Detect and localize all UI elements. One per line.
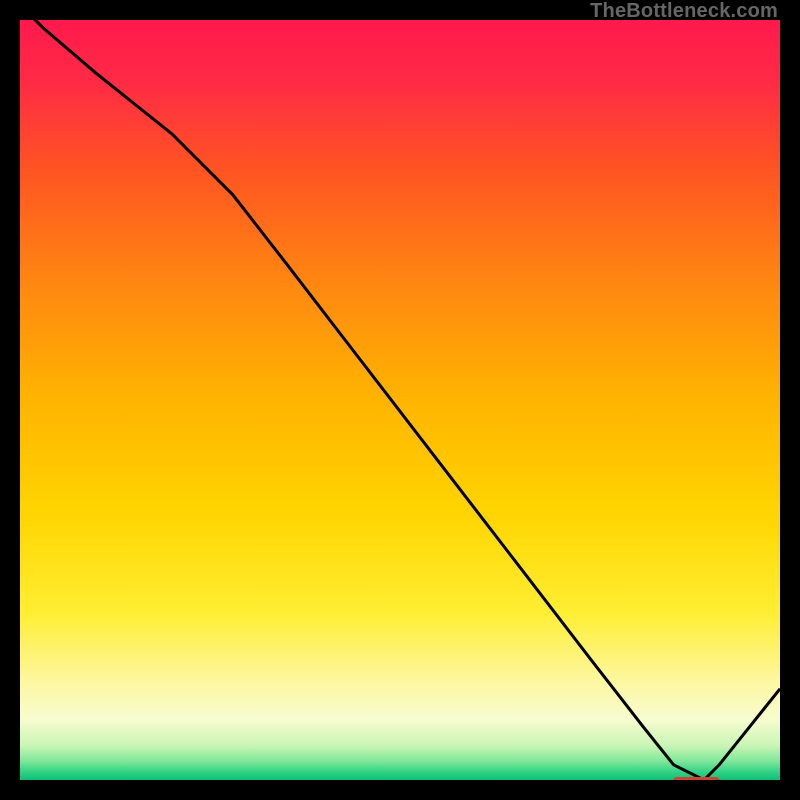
plot-background bbox=[20, 20, 780, 780]
chart-svg bbox=[20, 20, 780, 780]
minimum-marker bbox=[674, 777, 720, 780]
